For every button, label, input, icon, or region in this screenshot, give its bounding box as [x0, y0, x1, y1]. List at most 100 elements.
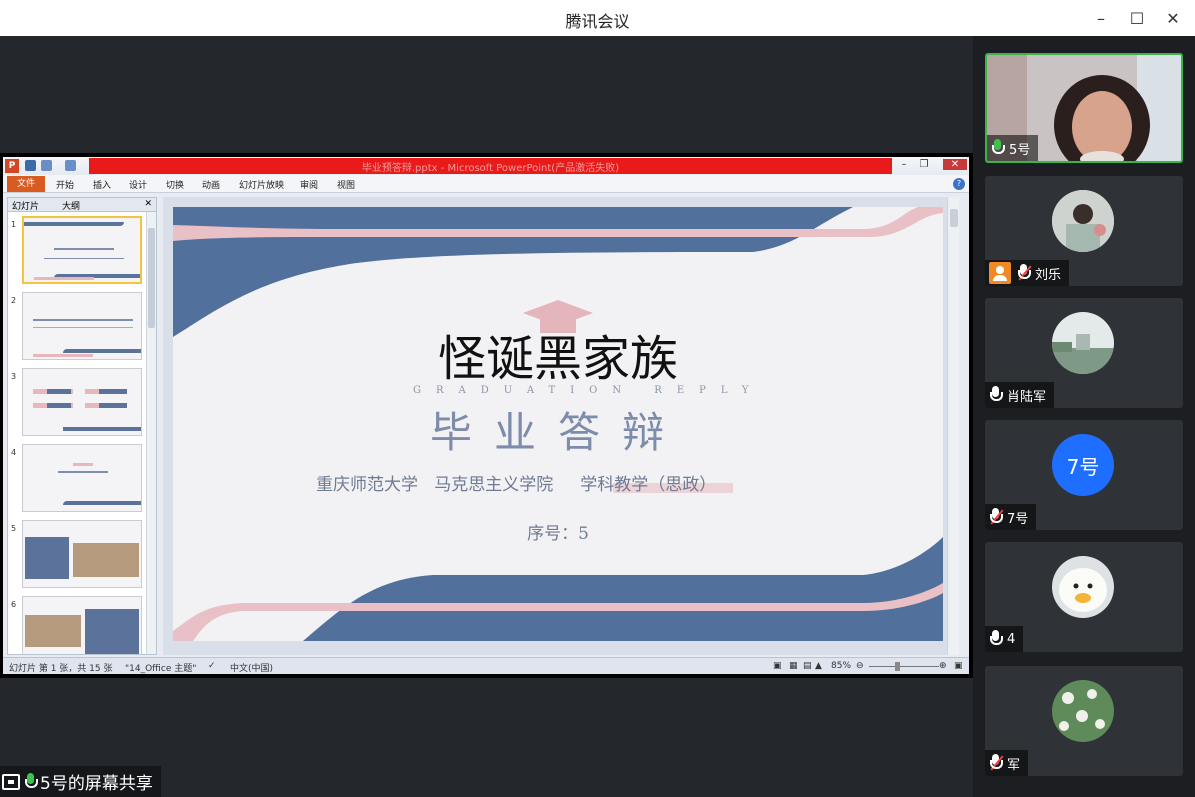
- participant-name: 7号: [1007, 511, 1029, 527]
- tab-design[interactable]: 设计: [129, 178, 147, 191]
- slideshow-icon[interactable]: ▲: [815, 661, 822, 671]
- powerpoint-window: P 毕业预答辩.pptx - Microsoft PowerPoint(产品激活…: [0, 153, 973, 678]
- participant-namebar: 军: [985, 750, 1029, 776]
- app-title: 腾讯会议: [565, 12, 630, 31]
- current-slide[interactable]: 怪诞黑家族 GRADUATION REPLY 毕业答辩 重庆师范大学 马克思主义…: [173, 207, 943, 641]
- reading-view-icon[interactable]: ▤: [803, 661, 812, 671]
- tab-review[interactable]: 审阅: [300, 178, 318, 191]
- zoom-slider[interactable]: [869, 666, 939, 667]
- slide-thumbnail[interactable]: [22, 596, 142, 654]
- window-titlebar: 腾讯会议 – ☐ ✕: [0, 0, 1195, 36]
- participant-name: 4: [1007, 631, 1016, 647]
- share-label: 5号的屏幕共享: [40, 774, 153, 794]
- tab-slideshow[interactable]: 幻灯片放映: [239, 178, 284, 191]
- fit-window-icon[interactable]: ▣: [954, 661, 963, 671]
- avatar: 7号: [1052, 434, 1114, 496]
- microphone-on-icon: [991, 139, 1005, 157]
- avatar: [1052, 312, 1114, 374]
- microphone-muted-icon: [989, 754, 1004, 772]
- spellcheck-icon[interactable]: ✓: [208, 661, 216, 671]
- avatar-text: 7号: [1066, 454, 1100, 479]
- slide-title[interactable]: 怪诞黑家族: [173, 319, 943, 389]
- participant-tile[interactable]: 刘乐: [985, 176, 1183, 286]
- slide-scrollbar[interactable]: [947, 197, 959, 655]
- participant-namebar: 7号: [985, 504, 1037, 530]
- slide-thumbnail[interactable]: [22, 216, 142, 284]
- sorter-view-icon[interactable]: ▦: [789, 661, 798, 671]
- participant-name: 刘乐: [1035, 267, 1062, 283]
- slide-school[interactable]: 重庆师范大学 马克思主义学院 学科教学（思政）: [316, 470, 716, 495]
- participant-tile[interactable]: 军: [985, 666, 1183, 776]
- ppt-restore-icon[interactable]: ❐: [915, 159, 933, 170]
- participant-tile[interactable]: 4: [985, 542, 1183, 652]
- panel-close-icon[interactable]: ✕: [144, 199, 152, 209]
- ppt-ribbon: 文件 开始 插入 设计 切换 动画 幻灯片放映 审阅 视图 ?: [3, 175, 969, 193]
- slide-subtitle[interactable]: 毕业答辩: [173, 399, 943, 460]
- slide-english-subtitle[interactable]: GRADUATION REPLY: [413, 385, 763, 396]
- microphone-icon: [989, 630, 1003, 648]
- save-icon[interactable]: [25, 160, 36, 171]
- tab-transitions[interactable]: 切换: [166, 178, 184, 191]
- ppt-close-icon[interactable]: ✕: [943, 159, 967, 170]
- thumb-number: 3: [11, 372, 17, 381]
- zoom-level[interactable]: 85%: [831, 661, 851, 671]
- participant-tile[interactable]: 肖陆军: [985, 298, 1183, 408]
- close-icon[interactable]: ✕: [1161, 6, 1185, 30]
- tab-insert[interactable]: 插入: [93, 178, 111, 191]
- minimize-icon[interactable]: –: [1089, 6, 1113, 30]
- tab-animations[interactable]: 动画: [202, 178, 220, 191]
- ppt-minimize-icon[interactable]: –: [895, 159, 913, 170]
- help-icon[interactable]: ?: [953, 178, 965, 190]
- participant-namebar: 刘乐: [985, 260, 1070, 286]
- slide-editor: 怪诞黑家族 GRADUATION REPLY 毕业答辩 重庆师范大学 马克思主义…: [163, 197, 959, 655]
- avatar: [1052, 680, 1114, 742]
- ppt-statusbar: 幻灯片 第 1 张，共 15 张 "14_Office 主题" ✓ 中文(中国)…: [3, 657, 969, 674]
- tab-home[interactable]: 开始: [56, 178, 74, 191]
- tab-outline[interactable]: 大纲: [62, 199, 80, 212]
- screen-share-icon: [2, 773, 20, 790]
- slide-thumbnail[interactable]: [22, 444, 142, 512]
- participants-panel: 5号 刘乐 肖陆军 7号 7号 4 军: [973, 36, 1195, 797]
- undo-icon[interactable]: [41, 160, 52, 171]
- slide-thumbnail[interactable]: [22, 520, 142, 588]
- participant-namebar: 5号: [987, 135, 1039, 161]
- thumb-number: 6: [11, 600, 17, 609]
- language[interactable]: 中文(中国): [230, 661, 273, 674]
- ppt-doc-title: 毕业预答辩.pptx - Microsoft PowerPoint(产品激活失败…: [361, 163, 620, 174]
- slides-panel: 幻灯片 大纲 ✕ 1 2 3 4 5 6: [7, 197, 157, 655]
- tab-slides[interactable]: 幻灯片: [12, 199, 39, 212]
- participant-name: 肖陆军: [1007, 389, 1047, 405]
- tab-file[interactable]: 文件: [7, 176, 45, 192]
- participant-name: 军: [1007, 757, 1021, 773]
- microphone-icon: [989, 386, 1003, 404]
- avatar: [1052, 190, 1114, 252]
- panel-scrollbar[interactable]: [146, 212, 156, 654]
- thumb-number: 1: [11, 220, 17, 229]
- participant-namebar: 肖陆军: [985, 382, 1055, 408]
- microphone-muted-icon: [1017, 264, 1032, 282]
- ppt-titlebar: P 毕业预答辩.pptx - Microsoft PowerPoint(产品激活…: [3, 157, 969, 175]
- screen-share-badge: 5号的屏幕共享: [0, 766, 161, 797]
- participant-tile[interactable]: 5号: [985, 53, 1183, 163]
- normal-view-icon[interactable]: ▣: [773, 661, 782, 671]
- zoom-in-icon[interactable]: ⊕: [939, 661, 947, 671]
- participant-tile[interactable]: 7号 7号: [985, 420, 1183, 530]
- maximize-icon[interactable]: ☐: [1125, 6, 1149, 30]
- thumb-number: 5: [11, 524, 17, 533]
- slide-info: 幻灯片 第 1 张，共 15 张: [9, 664, 113, 674]
- zoom-out-icon[interactable]: ⊖: [856, 661, 864, 671]
- slide-number-text[interactable]: 序号：5: [173, 519, 943, 544]
- theme-name: "14_Office 主题": [125, 664, 197, 674]
- slide-thumbnail[interactable]: [22, 368, 142, 436]
- host-icon: [989, 262, 1011, 284]
- avatar: [1052, 556, 1114, 618]
- zoom-slider-handle[interactable]: [895, 662, 900, 671]
- participant-name: 5号: [1009, 142, 1031, 158]
- slide-thumbnail[interactable]: [22, 292, 142, 360]
- powerpoint-icon: P: [5, 159, 19, 173]
- redo-icon[interactable]: [65, 160, 76, 171]
- participant-namebar: 4: [985, 626, 1024, 652]
- tab-view[interactable]: 视图: [337, 178, 355, 191]
- thumb-number: 2: [11, 296, 17, 305]
- microphone-muted-icon: [989, 508, 1004, 526]
